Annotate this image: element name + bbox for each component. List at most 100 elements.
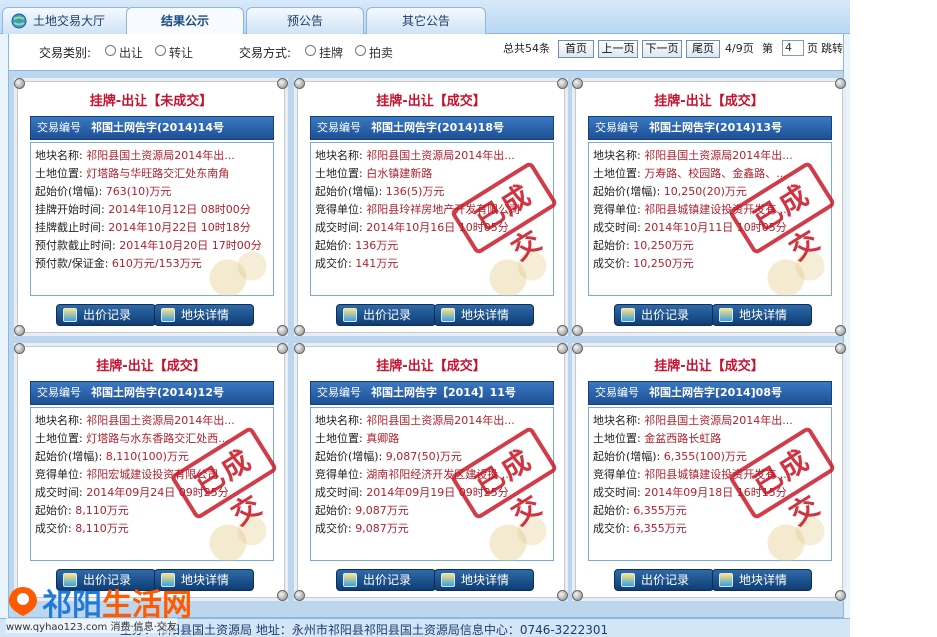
bid-record-button[interactable]: 出价记录 (614, 569, 714, 591)
detail-label: 成交时间: (315, 486, 363, 499)
detail-value: 白水镇建新路 (366, 167, 433, 180)
detail-label: 成交价: (593, 257, 630, 270)
parcel-detail-button[interactable]: 地块详情 (712, 569, 812, 591)
detail-label: 成交时间: (35, 486, 83, 499)
detail-value: 8,110万元 (75, 504, 129, 517)
screw-icon (835, 590, 846, 601)
detail-value: 祁阳县国土资源局2014年出... (86, 149, 235, 162)
detail-label: 起始价(增幅): (35, 185, 103, 198)
detail-value: 610万元/153万元 (111, 257, 202, 270)
record-icon (343, 573, 357, 587)
record-icon (343, 308, 357, 322)
detail-value: 8,110万元 (75, 522, 129, 535)
detail-value: 万寿路、校园路、金鑫路、... (644, 167, 787, 180)
detail-value: 6,355万元 (633, 522, 687, 535)
radio-resale[interactable] (155, 45, 166, 56)
detail-value: 祁阳县国土资源局2014年出... (366, 149, 515, 162)
parcel-detail-button[interactable]: 地块详情 (154, 304, 254, 326)
radio-label: 挂牌 (319, 46, 344, 60)
radio-listing[interactable] (305, 45, 316, 56)
bid-record-button[interactable]: 出价记录 (336, 304, 436, 326)
detail-label: 地块名称: (593, 149, 641, 162)
detail-row: 地块名称: 祁阳县国土资源局2014年出... (593, 147, 831, 165)
detail-label: 竞得单位: (593, 203, 641, 216)
bid-record-button[interactable]: 出价记录 (56, 304, 156, 326)
detail-label: 成交价: (315, 257, 352, 270)
detail-label: 成交价: (35, 522, 72, 535)
detail-row: 起始价(增幅): 763(10)万元 (35, 183, 273, 201)
detail-row: 预付款/保证金: 610万元/153万元 (35, 255, 273, 273)
screw-icon (835, 343, 846, 354)
detail-label: 竞得单位: (593, 468, 641, 481)
result-card: 挂牌-出让【成交】 交易编号 祁国土网告字【2014】11号 地块名称: 祁阳县国土资… (294, 343, 568, 601)
detail-value: 6,355(100)万元 (663, 450, 747, 463)
total-count: 总共54条 (503, 42, 550, 55)
detail-label: 起始价(增幅): (315, 450, 383, 463)
tab-pre-announcement[interactable]: 预公告 (246, 7, 364, 34)
detail-label: 竞得单位: (315, 468, 363, 481)
tab-land-trading-hall[interactable]: 土地交易大厅 (2, 7, 132, 34)
screw-icon (294, 590, 305, 601)
jump-button[interactable]: 跳转 (821, 40, 843, 56)
detail-label: 地块名称: (593, 414, 641, 427)
detail-value: 2014年10月22日 10时18分 (108, 221, 251, 234)
code-number: 祁国土网告字【2014】11号 (371, 386, 516, 399)
detail-row: 地块名称: 祁阳县国土资源局2014年出... (315, 147, 553, 165)
parcel-detail-button[interactable]: 地块详情 (712, 304, 812, 326)
detail-value: 金盆西路长虹路 (644, 432, 722, 445)
tab-results[interactable]: 结果公示 (126, 7, 244, 35)
radio-label: 出让 (119, 46, 144, 60)
detail-label: 地块名称: (35, 149, 83, 162)
parcel-detail-button[interactable]: 地块详情 (434, 304, 534, 326)
result-card: 挂牌-出让【未成交】 交易编号 祁国土网告字(2014)14号 地块名称: 祁阳县国土… (14, 78, 288, 336)
first-page-button[interactable]: 首页 (558, 40, 594, 58)
detail-label: 成交价: (593, 522, 630, 535)
screw-icon (557, 590, 568, 601)
button-label: 出价记录 (641, 308, 690, 322)
detail-icon (161, 308, 175, 322)
goto-suffix: 页 (807, 42, 818, 55)
screw-icon (14, 325, 25, 336)
result-card: 挂牌-出让【成交】 交易编号 祁国土网告字(2014)18号 地块名称: 祁阳县国土资… (294, 78, 568, 336)
radio-auction[interactable] (355, 45, 366, 56)
screw-icon (572, 590, 583, 601)
detail-label: 起始价(增幅): (593, 185, 661, 198)
radio-transfer-out[interactable] (105, 45, 116, 56)
page-number-input[interactable]: 4 (782, 40, 804, 56)
detail-icon (441, 573, 455, 587)
last-page-button[interactable]: 尾页 (686, 40, 720, 58)
detail-label: 土地位置: (315, 167, 363, 180)
screw-icon (557, 325, 568, 336)
parcel-detail-button[interactable]: 地块详情 (434, 569, 534, 591)
screw-icon (835, 78, 846, 89)
detail-value: 10,250万元 (633, 239, 694, 252)
tab-other-announcements[interactable]: 其它公告 (366, 7, 486, 34)
code-label: 交易编号 (317, 121, 361, 134)
prev-page-button[interactable]: 上一页 (598, 40, 638, 58)
tab-label: 土地交易大厅 (33, 14, 106, 28)
detail-label: 起始价(增幅): (593, 450, 661, 463)
bid-record-button[interactable]: 出价记录 (336, 569, 436, 591)
card-title: 挂牌-出让【成交】 (654, 94, 764, 109)
detail-row: 挂牌截止时间: 2014年10月22日 10时18分 (35, 219, 273, 237)
code-number: 祁国土网告字(2014)12号 (91, 386, 224, 399)
next-page-button[interactable]: 下一页 (642, 40, 682, 58)
detail-value: 136(5)万元 (385, 185, 445, 198)
detail-value: 9,087万元 (355, 504, 409, 517)
card-code-header: 交易编号 祁国土网告字【2014】11号 (310, 381, 554, 405)
detail-label: 起始价: (35, 504, 72, 517)
detail-value: 9,087(50)万元 (385, 450, 462, 463)
detail-label: 起始价: (593, 504, 630, 517)
button-label: 地块详情 (461, 573, 510, 587)
result-card: 挂牌-出让【成交】 交易编号 祁国土网告字[2014]08号 地块名称: 祁阳县国土资… (572, 343, 846, 601)
code-label: 交易编号 (37, 121, 81, 134)
button-label: 地块详情 (461, 308, 510, 322)
card-code-header: 交易编号 祁国土网告字(2014)12号 (30, 381, 274, 405)
detail-value: 2014年10月12日 08时00分 (108, 203, 251, 216)
detail-value: 真卿路 (366, 432, 400, 445)
button-label: 出价记录 (83, 308, 132, 322)
detail-value: 6,355万元 (633, 504, 687, 517)
screw-icon (572, 343, 583, 354)
bid-record-button[interactable]: 出价记录 (614, 304, 714, 326)
card-title: 挂牌-出让【成交】 (96, 359, 206, 374)
